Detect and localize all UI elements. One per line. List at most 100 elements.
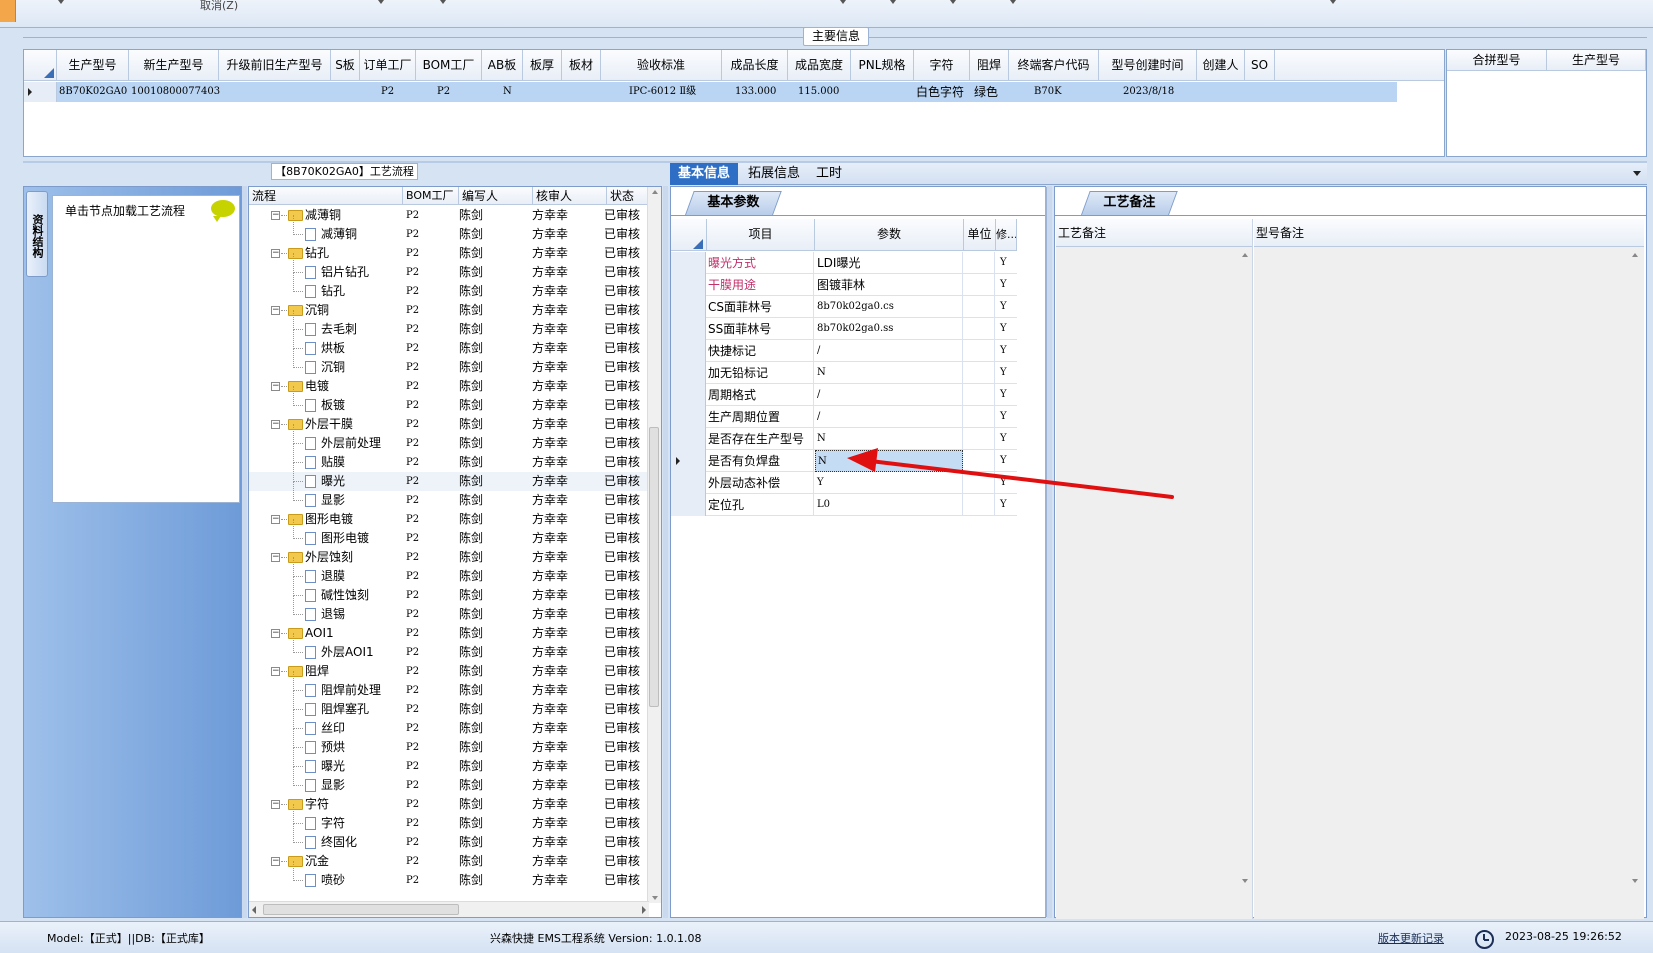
tree-row[interactable]: − 减薄铜 P2 陈剑 方幸幸 已审核 (249, 206, 649, 225)
param-unit-cell[interactable] (964, 428, 995, 450)
param-modifiable-cell[interactable]: Y (996, 494, 1017, 516)
tree-row[interactable]: − 沉铜 P2 陈剑 方幸幸 已审核 (249, 301, 649, 320)
table-row[interactable] (57, 82, 1397, 102)
tree-row[interactable]: − 图形电镀 P2 陈剑 方幸幸 已审核 (249, 510, 649, 529)
tree-row[interactable]: 去毛刺 P2 陈剑 方幸幸 已审核 (249, 310, 649, 339)
param-unit-cell[interactable] (964, 362, 995, 384)
param-unit-cell[interactable] (964, 318, 995, 340)
param-unit-cell[interactable] (964, 494, 995, 516)
basic-params-group-tab[interactable]: 基本参数 (685, 191, 782, 215)
param-modifiable-cell[interactable]: Y (996, 318, 1017, 340)
param-row[interactable]: CS面菲林号 8b70k02ga0.cs Y (671, 296, 1017, 318)
tree-row[interactable]: 显影 P2 陈剑 方幸幸 已审核 (249, 766, 649, 795)
tree-row[interactable]: 减薄铜 P2 陈剑 方幸幸 已审核 (249, 215, 649, 244)
param-modifiable-cell[interactable]: Y (996, 450, 1017, 472)
scroll-right-icon[interactable] (642, 906, 646, 914)
col-header[interactable]: 型号创建时间 (1099, 50, 1197, 81)
grid-corner[interactable] (671, 219, 707, 251)
list-item[interactable] (249, 188, 649, 207)
tree-row[interactable]: 曝光 P2 陈剑 方幸幸 已审核 (249, 747, 649, 776)
param-unit-cell[interactable] (964, 252, 995, 274)
dropdown-arrow-icon[interactable] (1330, 0, 1336, 4)
dropdown-arrow-icon[interactable] (890, 0, 896, 4)
col-header[interactable]: 项目 (707, 219, 815, 251)
col-header[interactable]: 验收标准 (601, 50, 722, 81)
tree-row[interactable]: 沉铜 P2 陈剑 方幸幸 已审核 (249, 348, 649, 377)
param-row[interactable]: 曝光方式 LDI曝光 Y (671, 252, 1017, 274)
dropdown-arrow-icon[interactable] (440, 0, 446, 4)
param-row[interactable]: 加无铅标记 N Y (671, 362, 1017, 384)
scroll-up-icon[interactable] (1632, 253, 1638, 257)
tree-row[interactable]: − 钻孔 P2 陈剑 方幸幸 已审核 (249, 244, 649, 263)
vertical-scrollbar[interactable] (647, 187, 661, 903)
row-indicator[interactable] (671, 252, 706, 274)
tree-row[interactable]: − 字符 P2 陈剑 方幸幸 已审核 (249, 795, 649, 814)
col-header[interactable]: 新生产型号 (129, 50, 219, 81)
col-header[interactable]: 板厚 (523, 50, 562, 81)
scroll-thumb[interactable] (649, 427, 659, 707)
tree-row[interactable]: 板镀 P2 陈剑 方幸幸 已审核 (249, 386, 649, 415)
tree-row[interactable]: 字符 P2 陈剑 方幸幸 已审核 (249, 804, 649, 833)
col-header[interactable]: 升级前旧生产型号 (219, 50, 331, 81)
param-modifiable-cell[interactable]: Y (996, 472, 1017, 494)
param-value-cell[interactable]: N (815, 362, 963, 384)
col-header[interactable]: SO (1245, 50, 1275, 81)
col-header[interactable]: 订单工厂 (360, 50, 416, 81)
param-row[interactable]: 干膜用途 图镀菲林 Y (671, 274, 1017, 296)
col-header[interactable]: BOM工厂 (416, 50, 482, 81)
col-header[interactable]: 生产型号 (57, 50, 129, 81)
chevron-down-icon[interactable] (1633, 171, 1641, 176)
collapse-toggle-icon[interactable]: − (271, 667, 280, 676)
vertical-splitter[interactable] (1047, 186, 1052, 918)
row-indicator[interactable] (671, 296, 706, 318)
col-header[interactable]: 阻焊 (970, 50, 1009, 81)
tree-row[interactable]: 铝片钻孔 P2 陈剑 方幸幸 已审核 (249, 253, 649, 282)
collapse-toggle-icon[interactable]: − (271, 249, 280, 258)
col-header[interactable]: 成品长度 (722, 50, 788, 81)
tree-row[interactable]: 钻孔 P2 陈剑 方幸幸 已审核 (249, 272, 649, 301)
param-modifiable-cell[interactable]: Y (996, 340, 1017, 362)
collapse-toggle-icon[interactable]: − (271, 382, 280, 391)
tree-row[interactable]: 丝印 P2 陈剑 方幸幸 已审核 (249, 709, 649, 738)
col-header[interactable]: 参数 (815, 219, 964, 251)
scroll-down-icon[interactable] (1242, 879, 1248, 883)
col-header[interactable]: 终端客户代码 (1009, 50, 1099, 81)
collapse-toggle-icon[interactable]: − (271, 515, 280, 524)
dropdown-arrow-icon[interactable] (1010, 0, 1016, 4)
param-row[interactable]: 周期格式 / Y (671, 384, 1017, 406)
param-unit-cell[interactable] (964, 406, 995, 428)
dropdown-arrow-icon[interactable] (950, 0, 956, 4)
row-indicator[interactable] (671, 384, 706, 406)
row-indicator[interactable] (671, 406, 706, 428)
tree-row[interactable]: 贴膜 P2 陈剑 方幸幸 已审核 (249, 443, 649, 472)
param-unit-cell[interactable] (964, 384, 995, 406)
col-header[interactable]: PNL规格 (851, 50, 914, 81)
param-modifiable-cell[interactable]: Y (996, 384, 1017, 406)
tree-row[interactable]: 退锡 P2 陈剑 方幸幸 已审核 (249, 595, 649, 624)
tree-row[interactable]: 外层AOI1 P2 陈剑 方幸幸 已审核 (249, 633, 649, 662)
row-indicator[interactable] (671, 472, 706, 494)
col-header[interactable]: 修... (996, 219, 1017, 251)
row-indicator[interactable] (671, 428, 706, 450)
row-indicator[interactable] (671, 494, 706, 516)
col-header[interactable]: AB板 (482, 50, 523, 81)
grid-corner[interactable] (24, 50, 57, 81)
version-history-link[interactable]: 版本更新记录 (1378, 930, 1444, 946)
vertical-tab-structure[interactable]: 资料结构 (26, 191, 48, 277)
tree-row[interactable]: − AOI1 P2 陈剑 方幸幸 已审核 (249, 624, 649, 643)
tree-row[interactable]: 碱性蚀刻 P2 陈剑 方幸幸 已审核 (249, 576, 649, 605)
row-indicator[interactable] (671, 450, 706, 472)
tree-row[interactable]: 外层前处理 P2 陈剑 方幸幸 已审核 (249, 424, 649, 453)
param-value-cell[interactable]: N (815, 428, 963, 450)
col-header[interactable]: 合拼型号 (1447, 50, 1547, 71)
row-indicator[interactable] (671, 340, 706, 362)
param-value-cell[interactable]: N (815, 450, 963, 472)
tab-basic-info[interactable]: 基本信息 (670, 163, 739, 185)
tree-row[interactable]: 阻焊前处理 P2 陈剑 方幸幸 已审核 (249, 671, 649, 700)
collapse-toggle-icon[interactable]: − (271, 857, 280, 866)
dropdown-arrow-icon[interactable] (378, 0, 384, 4)
param-value-cell[interactable]: / (815, 384, 963, 406)
param-modifiable-cell[interactable]: Y (996, 274, 1017, 296)
process-notes-group-tab[interactable]: 工艺备注 (1081, 191, 1178, 215)
col-header[interactable]: 生产型号 (1547, 50, 1646, 71)
